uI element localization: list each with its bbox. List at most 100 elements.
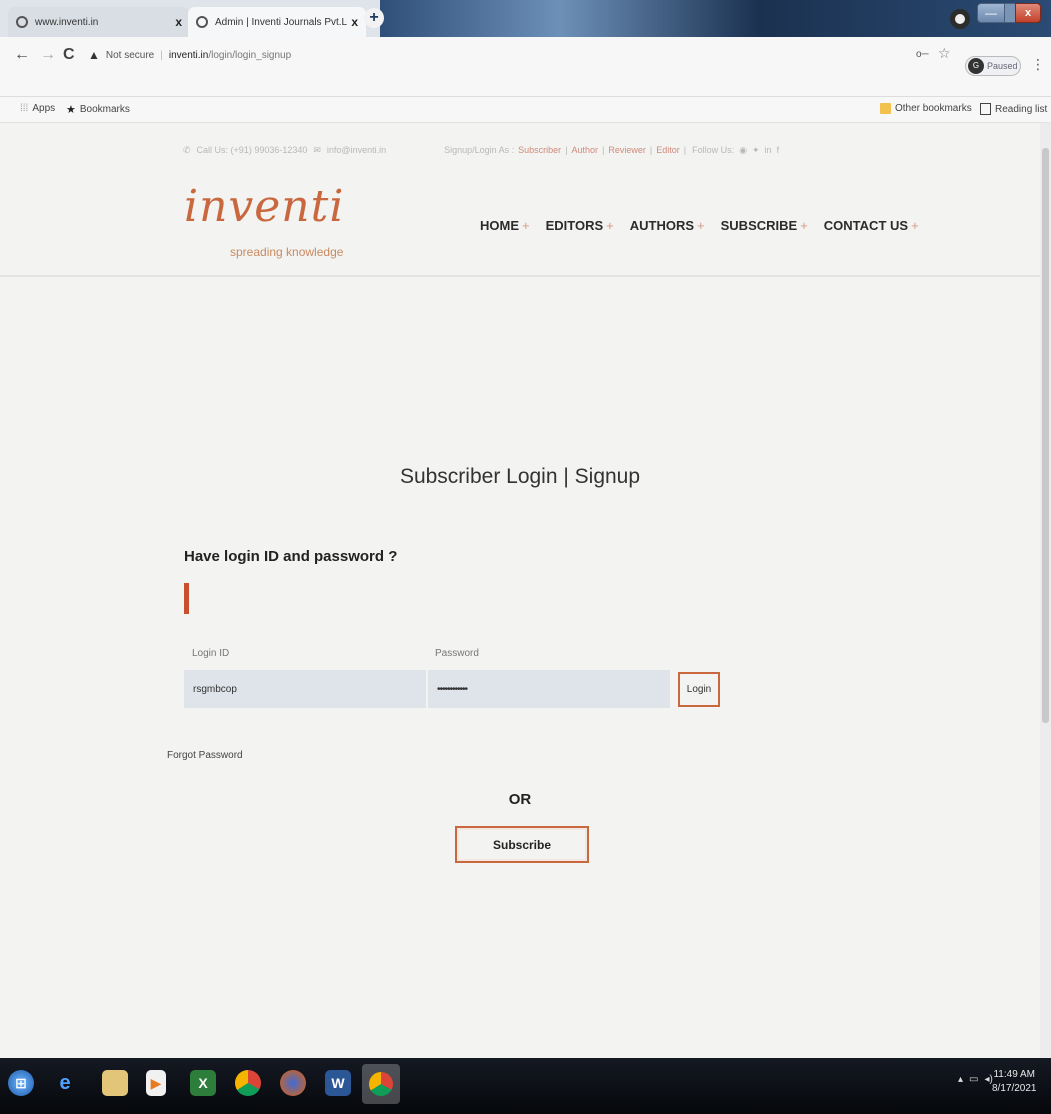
logo-wordmark: inventi [184,181,345,232]
excel-icon[interactable]: X [190,1070,216,1096]
bookmarks-bar: ⁞⁞⁞ Apps ★ Bookmarks Other bookmarks Rea… [0,97,1051,123]
tray-expand-icon[interactable]: ▴ [958,1074,963,1085]
forward-button[interactable]: → [40,46,56,64]
clock-date: 8/17/2021 [992,1083,1037,1094]
follow-label: Follow Us: [692,145,735,155]
password-label: Password [435,648,479,659]
nav-home[interactable]: HOME + [480,218,530,233]
clock-time: 11:49 AM [993,1069,1035,1080]
rss-icon[interactable]: ◉ [739,145,747,156]
reload-button[interactable]: C [63,46,75,64]
page-scrollbar[interactable] [1040,123,1051,1058]
scrollbar-thumb[interactable] [1042,148,1049,723]
login-id-label: Login ID [192,648,230,659]
url-path: /login/login_signup [208,49,292,61]
file-explorer-icon[interactable] [102,1070,128,1096]
role-link-reviewer[interactable]: Reviewer [608,145,646,156]
window-controls: — x [977,3,1041,23]
url-host: inventi.in [168,49,209,61]
site-logo[interactable]: inventi spreading knowledge [184,181,345,260]
apps-bookmark[interactable]: ⁞⁞⁞ Apps [20,103,55,114]
accent-bar [184,583,189,614]
start-button-icon[interactable]: ⊞ [8,1070,34,1096]
or-divider-text: OR [508,791,532,808]
new-tab-button[interactable]: + [364,8,384,28]
tab-strip: www.inventi.in x Admin | Inventi Journal… [0,0,1051,37]
tab-inventi-home[interactable]: www.inventi.in x [8,7,190,37]
apps-label: Apps [32,103,56,114]
star-icon[interactable]: ☆ [938,45,951,62]
reading-list-label: Reading list [995,103,1048,115]
forgot-password-link[interactable]: Forgot Password [167,750,243,761]
system-tray: ▴ ▭ ◂) [958,1074,993,1085]
profile-indicator-icon[interactable] [950,9,970,29]
site-topbar: ✆ Call Us: (+91) 99036-12340 ✉ info@inve… [183,145,780,156]
key-icon[interactable]: o─ [916,49,929,60]
media-player-icon[interactable]: ▶ [146,1070,166,1096]
word-icon[interactable]: W [325,1070,351,1096]
web-page: ✆ Call Us: (+91) 99036-12340 ✉ info@inve… [0,123,1040,1058]
linkedin-icon[interactable]: in [765,145,772,156]
close-window-button[interactable]: x [1015,3,1041,23]
reading-list-icon [980,103,991,115]
clock[interactable]: 11:49 AM 8/17/2021 [992,1068,1037,1096]
firefox-icon[interactable] [280,1070,306,1096]
mail-icon: ✉ [313,145,321,155]
phone-text: Call Us: (+91) 99036-12340 [196,145,308,155]
browser-toolbar: ← → C ▲ Not secure | inventi.in/login/lo… [0,37,1051,97]
nav-editors[interactable]: EDITORS + [546,218,614,233]
divider: | [160,49,163,61]
menu-icon[interactable]: ⋮ [1031,56,1045,73]
globe-icon [196,16,208,28]
other-bookmarks-label: Other bookmarks [895,103,972,114]
close-tab-icon[interactable]: x [175,15,182,29]
tab-title: www.inventi.in [35,16,99,28]
phone-icon: ✆ [183,145,191,155]
role-link-editor[interactable]: Editor [656,145,680,156]
main-navigation: HOME + EDITORS + AUTHORS + SUBSCRIBE + CONTA… [480,218,919,233]
minimize-button[interactable]: — [977,3,1005,23]
address-bar[interactable]: ▲ Not secure | inventi.in/login/login_si… [88,43,778,67]
role-link-author[interactable]: Author [572,145,599,156]
star-icon: ★ [66,104,76,116]
chrome-active-icon[interactable] [362,1064,400,1104]
security-label: Not secure [105,49,155,61]
bookmarks-label: Bookmarks [79,104,130,115]
tab-admin[interactable]: Admin | Inventi Journals Pvt.Ltd x [188,7,366,37]
internet-explorer-icon[interactable]: e [52,1070,78,1096]
bookmarks-folder[interactable]: ★ Bookmarks [66,103,130,116]
twitter-icon[interactable]: ✦ [752,145,760,156]
folder-icon [880,103,891,114]
logo-tagline: spreading knowledge [230,245,344,259]
facebook-icon[interactable]: f [777,145,780,156]
taskbar: ⊞ e ▶ X W ▴ ▭ ◂) 11:49 AM 8/17/2021 [0,1058,1051,1114]
chrome-icon[interactable] [235,1070,261,1096]
subscribe-button[interactable]: Subscribe [455,826,589,863]
profile-button[interactable]: G Paused [965,56,1021,76]
network-icon[interactable]: ▭ [969,1074,978,1085]
chrome-logo-icon [369,1072,393,1096]
close-tab-icon[interactable]: x [351,15,358,29]
globe-icon [16,16,28,28]
login-button[interactable]: Login [678,672,720,707]
page-title: Subscriber Login | Signup [399,465,641,488]
signup-prefix: Signup/Login As : [444,145,515,155]
warning-icon: ▲ [88,48,100,62]
tab-title: Admin | Inventi Journals Pvt.Ltd [215,16,348,28]
email-link[interactable]: info@inventi.in [327,145,386,156]
nav-subscribe[interactable]: SUBSCRIBE + [721,218,808,233]
role-link-subscriber[interactable]: Subscriber [518,145,561,156]
other-bookmarks[interactable]: Other bookmarks [880,103,972,114]
section-title: Have login ID and password ? [184,548,398,565]
nav-contact-us[interactable]: CONTACT US + [824,218,919,233]
profile-status: Paused [987,61,1018,71]
back-button[interactable]: ← [14,46,30,64]
password-field[interactable]: •••••••••••• [428,670,670,708]
header-divider [0,275,1040,277]
reading-list[interactable]: Reading list [980,103,1047,115]
apps-grid-icon: ⁞⁞⁞ [20,103,29,114]
login-id-field[interactable]: rsgmbcop [184,670,426,708]
maximize-button[interactable] [1005,3,1015,23]
nav-authors[interactable]: AUTHORS + [630,218,705,233]
avatar: G [968,58,984,74]
